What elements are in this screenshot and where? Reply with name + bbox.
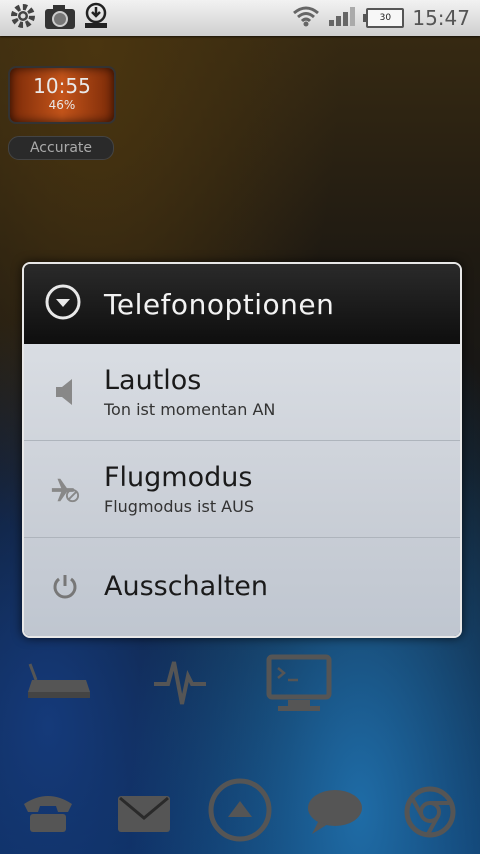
dialog-header: Telefonoptionen: [24, 264, 460, 344]
dock: [0, 770, 480, 854]
widget-time: 10:55: [33, 74, 91, 98]
download-icon: [82, 1, 110, 35]
phone-icon[interactable]: [20, 790, 76, 838]
signal-icon: [328, 5, 358, 31]
dialog-title-icon: [44, 283, 82, 325]
battery-icon: 30: [363, 8, 405, 28]
airplane-status: Flugmodus ist AUS: [104, 497, 254, 516]
silent-label: Lautlos: [104, 365, 202, 396]
gear-icon: [8, 1, 38, 35]
dialog-body: Lautlos Ton ist momentan AN Flugmodus Fl…: [24, 344, 460, 636]
widget-percent: 46%: [48, 98, 76, 112]
chat-icon[interactable]: [306, 788, 364, 840]
phone-options-dialog: Telefonoptionen Lautlos Ton ist momentan…: [22, 262, 462, 638]
battery-widget[interactable]: 10:55 46%: [8, 66, 116, 124]
app-drawer-icon[interactable]: [206, 776, 274, 848]
clock: 15:47: [412, 6, 470, 30]
dialog-title: Telefonoptionen: [104, 287, 335, 321]
terminal-icon[interactable]: [266, 654, 332, 718]
camera-icon: [44, 2, 76, 34]
menu-item-airplane[interactable]: Flugmodus Flugmodus ist AUS: [24, 441, 460, 538]
battery-level: 30: [379, 13, 392, 23]
router-icon[interactable]: [26, 658, 92, 706]
airplane-label: Flugmodus: [104, 462, 253, 493]
power-off-label: Ausschalten: [104, 571, 269, 602]
status-bar[interactable]: 30 15:47: [0, 0, 480, 36]
accurate-label[interactable]: Accurate: [8, 136, 114, 160]
menu-item-silent[interactable]: Lautlos Ton ist momentan AN: [24, 344, 460, 441]
wifi-icon: [292, 5, 320, 31]
menu-item-power-off[interactable]: Ausschalten: [24, 538, 460, 635]
silent-status: Ton ist momentan AN: [104, 400, 276, 419]
home-icons-row: [0, 650, 480, 720]
airplane-off-icon: [50, 474, 80, 504]
pulse-icon[interactable]: [152, 654, 208, 714]
power-icon: [50, 572, 80, 602]
speaker-icon: [50, 377, 80, 407]
mail-icon[interactable]: [116, 794, 172, 838]
chrome-icon[interactable]: [404, 786, 456, 842]
